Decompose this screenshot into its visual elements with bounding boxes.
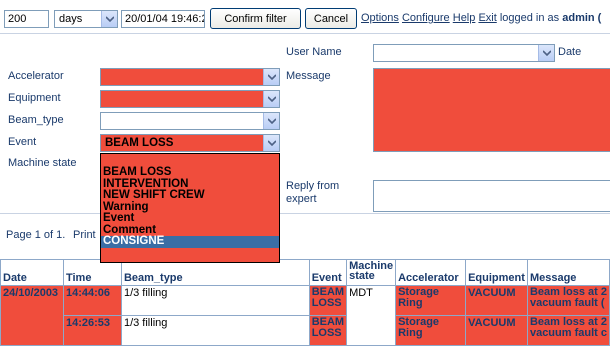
cell-accelerator: Storage Ring xyxy=(395,315,467,346)
equipment-select[interactable] xyxy=(100,90,280,108)
column-header-accelerator[interactable]: Accelerator xyxy=(395,259,467,286)
header-divider xyxy=(0,33,610,34)
column-header-machine-state[interactable]: Machine state xyxy=(346,259,397,286)
event-select-value: BEAM LOSS xyxy=(105,137,174,149)
accelerator-select[interactable] xyxy=(100,68,280,86)
unit-select[interactable]: days xyxy=(54,10,118,28)
event-option-consigne[interactable]: CONSIGNE xyxy=(101,235,279,248)
event-option-beam-loss[interactable]: BEAM LOSS xyxy=(101,166,279,179)
chevron-down-icon[interactable] xyxy=(263,113,279,129)
chevron-down-icon[interactable] xyxy=(538,45,554,61)
help-link[interactable]: Help xyxy=(453,12,476,24)
accelerator-label: Accelerator xyxy=(8,70,64,82)
beam-type-label: Beam_type xyxy=(8,114,64,126)
cell-beam-type: 1/3 filling xyxy=(120,285,310,316)
table-header-row: Date Time Beam_type Event Machine state A… xyxy=(0,259,610,286)
table-row[interactable]: 14:26:53 1/3 filling BEAM LOSS Storage Rin… xyxy=(1,315,610,346)
reply-label-line2: expert xyxy=(286,193,317,205)
unit-select-value: days xyxy=(59,13,83,25)
reply-label-line1: Reply from xyxy=(286,180,340,192)
print-link[interactable]: Print xyxy=(73,229,96,241)
cell-accelerator: Storage Ring xyxy=(395,285,467,316)
cell-beam-type: 1/3 filling xyxy=(120,315,310,346)
column-header-date[interactable]: Date xyxy=(0,259,64,286)
event-label: Event xyxy=(8,136,37,148)
event-option-event[interactable]: Event xyxy=(101,212,279,225)
reply-textarea[interactable] xyxy=(373,180,610,212)
results-divider xyxy=(0,213,610,214)
user-name: admin ( xyxy=(562,12,602,24)
user-name-label: User Name xyxy=(286,46,342,58)
column-header-beam-type[interactable]: Beam_type xyxy=(120,259,310,286)
chevron-down-icon[interactable] xyxy=(263,69,279,85)
cell-time: 14:26:53 xyxy=(62,315,122,346)
confirm-filter-button[interactable]: Confirm filter xyxy=(210,8,301,29)
user-name-select[interactable] xyxy=(373,44,555,62)
cell-date: 24/10/2003 xyxy=(0,285,64,346)
logged-in-text: logged in as xyxy=(499,12,560,24)
count-input[interactable]: 200 xyxy=(4,10,49,28)
column-header-message[interactable]: Message xyxy=(526,259,610,286)
date-input[interactable]: 20/01/04 19:46:2 xyxy=(121,10,205,28)
cell-equipment: VACUUM xyxy=(465,315,528,346)
message-textarea[interactable] xyxy=(373,68,610,152)
top-links: Options Configure Help Exit logged in as… xyxy=(361,12,601,24)
column-header-equipment[interactable]: Equipment xyxy=(465,259,528,286)
cell-machine-state: MDT xyxy=(346,285,397,346)
column-header-event[interactable]: Event xyxy=(308,259,348,286)
cell-message: Beam loss at 2 vacuum fault ( xyxy=(526,285,610,316)
machine-state-label: Machine state xyxy=(8,157,77,169)
results-table: Date Time Beam_type Event Machine state A… xyxy=(0,259,610,346)
cell-event: BEAM LOSS xyxy=(308,315,348,346)
configure-link[interactable]: Configure xyxy=(402,12,450,24)
pagination-text: Page 1 of 1. xyxy=(6,229,66,241)
date-label: Date xyxy=(558,46,582,58)
cancel-button[interactable]: Cancel xyxy=(305,8,357,29)
table-row[interactable]: 24/10/2003 14:44:06 1/3 filling BEAM LOSS… xyxy=(0,285,610,346)
chevron-down-icon[interactable] xyxy=(263,135,279,151)
cell-equipment: VACUUM xyxy=(465,285,528,316)
options-link[interactable]: Options xyxy=(361,12,399,24)
equipment-label: Equipment xyxy=(8,92,61,104)
cell-event: BEAM LOSS xyxy=(308,285,348,316)
column-header-time[interactable]: Time xyxy=(62,259,122,286)
chevron-down-icon[interactable] xyxy=(263,91,279,107)
beam-type-select[interactable] xyxy=(100,112,280,130)
event-option-new-shift-crew[interactable]: NEW SHIFT CREW xyxy=(101,189,279,202)
cell-message: Beam loss at 2 vacuum fault c xyxy=(526,315,610,346)
exit-link[interactable]: Exit xyxy=(478,12,496,24)
chevron-down-icon[interactable] xyxy=(101,11,117,27)
cell-time: 14:44:06 xyxy=(62,285,122,316)
event-dropdown-list: BEAM LOSS INTERVENTION NEW SHIFT CREW Wa… xyxy=(100,153,280,263)
message-label: Message xyxy=(286,70,331,82)
event-select[interactable]: BEAM LOSS xyxy=(100,134,280,152)
